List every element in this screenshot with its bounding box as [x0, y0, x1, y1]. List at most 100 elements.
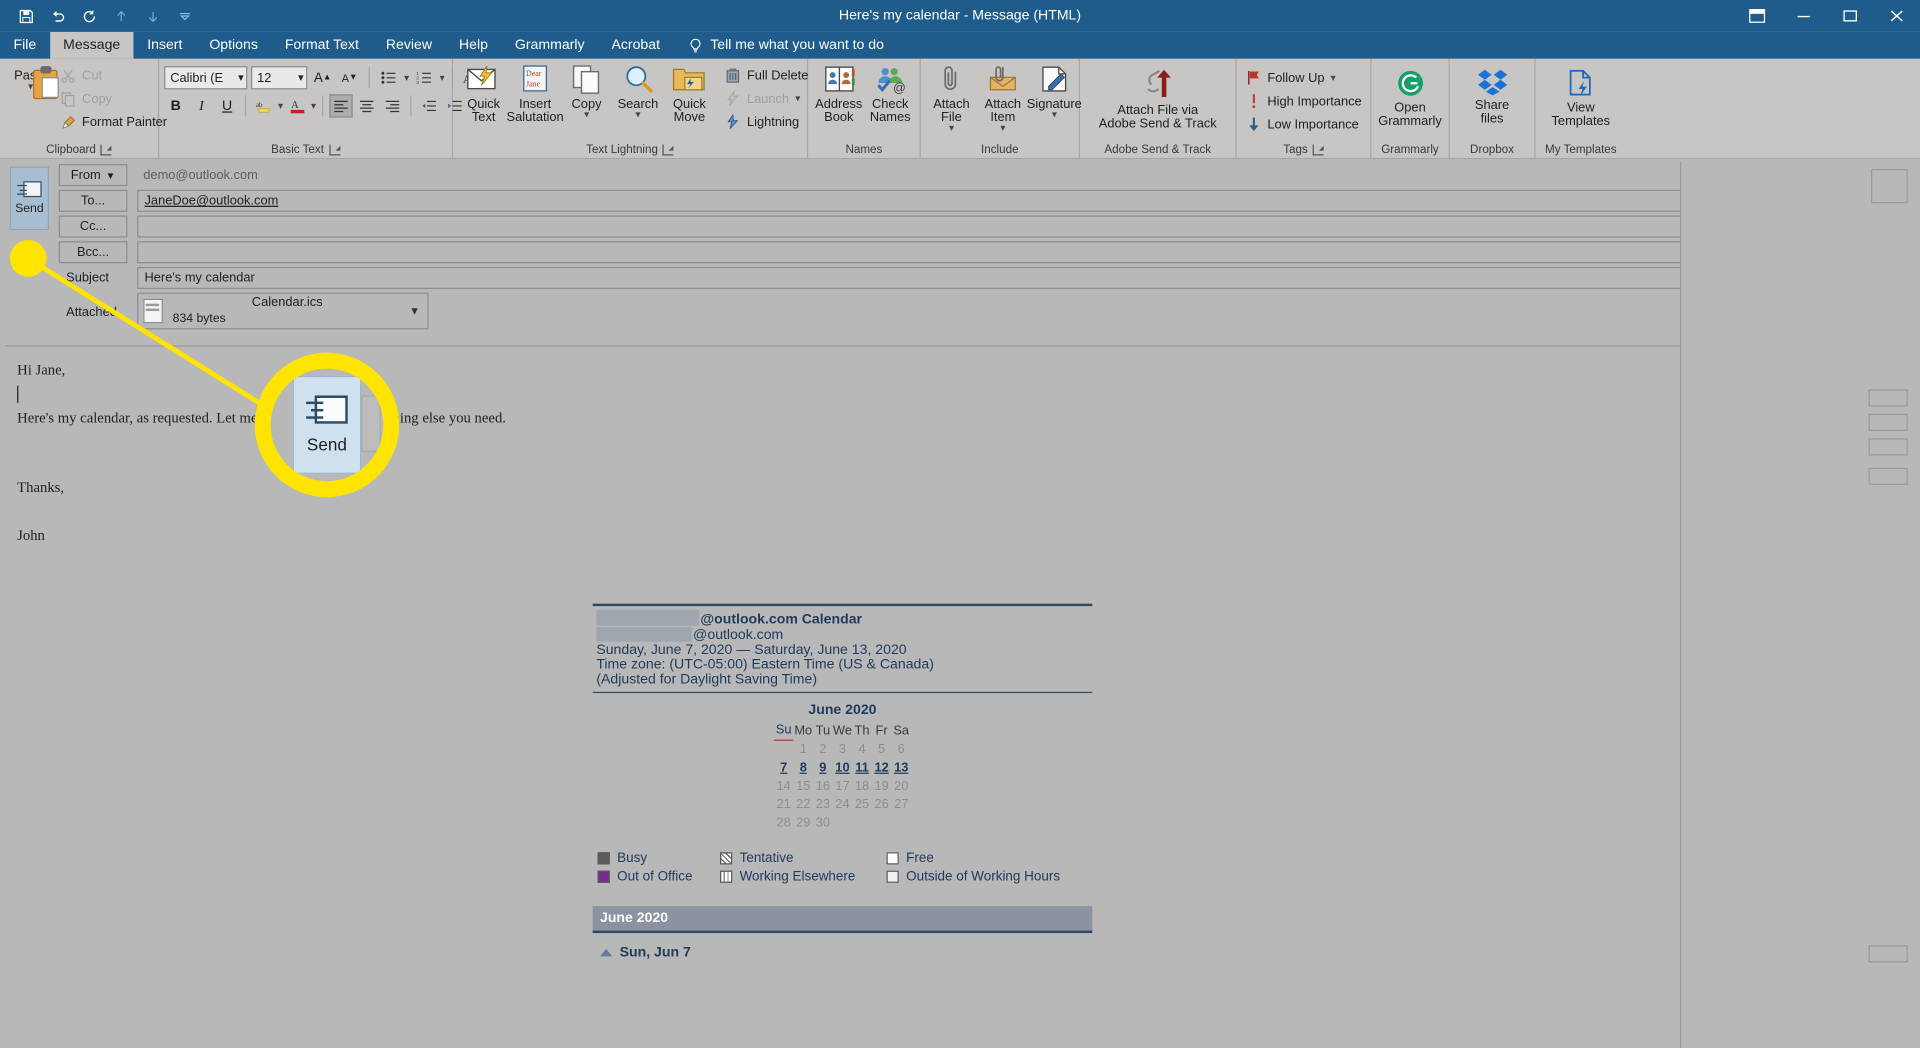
font-name-chevron-down-icon[interactable]: ▾ — [233, 71, 244, 84]
close-button[interactable] — [1873, 0, 1920, 32]
previous-item-icon[interactable] — [105, 2, 137, 29]
customize-quick-access-toolbar-icon[interactable] — [169, 2, 201, 29]
tab-grammarly[interactable]: Grammarly — [501, 32, 598, 59]
font-size-chevron-down-icon[interactable]: ▾ — [293, 71, 304, 84]
tab-options[interactable]: Options — [196, 32, 271, 59]
attach-file-button[interactable]: Attach File ▾ — [926, 61, 977, 133]
tags-dialog-launcher-icon[interactable] — [1312, 144, 1324, 156]
launch-button[interactable]: Launch ▾ — [720, 87, 813, 110]
bcc-input[interactable] — [137, 241, 1908, 264]
bullets-chevron-down-icon[interactable]: ▾ — [404, 72, 409, 82]
day-cell-selected: 10 — [835, 759, 850, 775]
address-book-button[interactable]: Address Book — [813, 61, 864, 125]
shrink-font-button[interactable]: A ▼ — [338, 66, 361, 89]
to-button[interactable]: To... — [58, 189, 128, 212]
align-center-button[interactable] — [355, 94, 378, 117]
paste-button[interactable]: Paste ▾ — [5, 61, 59, 100]
attach-item-button[interactable]: Attach Item ▾ — [977, 61, 1028, 133]
signature-button[interactable]: Signature ▾ — [1027, 61, 1082, 120]
low-importance-button[interactable]: Low Importance — [1242, 113, 1367, 136]
tab-help[interactable]: Help — [446, 32, 502, 59]
subject-input[interactable]: Here's my calendar — [137, 266, 1908, 289]
adobe-send-track-label-text: Adobe Send & Track — [1104, 143, 1212, 157]
tab-format-text[interactable]: Format Text — [271, 32, 372, 59]
copy-dropdown-caret-icon[interactable]: ▾ — [584, 110, 589, 120]
text-highlight-color-button[interactable]: ab — [252, 94, 275, 117]
save-icon[interactable] — [10, 2, 42, 29]
quick-access-toolbar[interactable] — [0, 2, 201, 29]
window-controls[interactable] — [1734, 0, 1920, 32]
signature-caret-icon[interactable]: ▾ — [1052, 110, 1057, 120]
full-delete-button[interactable]: Full Delete — [720, 64, 813, 87]
share-files-button[interactable]: Share files — [1466, 61, 1517, 126]
insert-salutation-button[interactable]: Dear Jane Insert Salutation — [507, 61, 564, 125]
tab-review[interactable]: Review — [372, 32, 445, 59]
attach-item-caret-icon[interactable]: ▾ — [1000, 123, 1005, 133]
tell-me-search[interactable]: Tell me what you want to do — [673, 32, 884, 59]
ribbon-display-options-icon[interactable] — [1734, 0, 1781, 32]
bullets-button[interactable] — [377, 66, 400, 89]
basic-text-dialog-launcher-icon[interactable] — [328, 144, 340, 156]
ribbon-tabs[interactable]: File Message Insert Options Format Text … — [0, 31, 1920, 59]
attached-row: Attached Calendar.ics 834 bytes ▼ — [59, 292, 1908, 335]
bold-button[interactable]: B — [164, 94, 187, 117]
tab-message[interactable]: Message — [49, 31, 134, 59]
undo-icon[interactable] — [42, 2, 74, 29]
copy-button[interactable]: Copy — [56, 87, 172, 110]
copy-big-button[interactable]: Copy ▾ — [561, 61, 612, 119]
send-button[interactable]: Send — [9, 166, 49, 231]
follow-up-chevron-down-icon[interactable]: ▾ — [1331, 72, 1336, 82]
tab-file[interactable]: File — [0, 32, 50, 59]
tab-acrobat[interactable]: Acrobat — [598, 32, 673, 59]
highlight-chevron-down-icon[interactable]: ▾ — [278, 100, 283, 110]
text-lightning-dialog-launcher-icon[interactable] — [662, 144, 674, 156]
attachment-chevron-down-icon[interactable]: ▼ — [409, 305, 422, 317]
view-templates-button[interactable]: View Templates — [1545, 61, 1616, 128]
to-input[interactable]: JaneDoe@outlook.com — [137, 189, 1908, 212]
align-left-button[interactable] — [329, 94, 353, 118]
attachment-chip[interactable]: Calendar.ics 834 bytes ▼ — [137, 292, 429, 330]
quick-text-button[interactable]: Quick Text — [458, 61, 509, 125]
cc-button[interactable]: Cc... — [58, 215, 128, 238]
align-right-button[interactable] — [381, 94, 404, 117]
day-cell: 4 — [858, 741, 866, 757]
decrease-indent-button[interactable] — [418, 94, 441, 117]
check-names-button[interactable]: @ Check Names — [864, 61, 915, 125]
from-button[interactable]: From ▼ — [58, 164, 128, 187]
follow-up-button[interactable]: Follow Up ▾ — [1242, 66, 1367, 89]
open-grammarly-button[interactable]: Open Grammarly — [1376, 61, 1443, 128]
numbering-chevron-down-icon[interactable]: ▾ — [440, 72, 445, 82]
search-button[interactable]: Search ▾ — [612, 61, 663, 119]
redo-icon[interactable] — [73, 2, 105, 29]
next-item-icon[interactable] — [137, 2, 169, 29]
numbering-button[interactable]: 123 — [413, 66, 436, 89]
cut-button[interactable]: Cut — [56, 64, 172, 87]
font-color-chevron-down-icon[interactable]: ▾ — [311, 100, 316, 110]
day-cell — [774, 740, 794, 758]
lightning-button[interactable]: Lightning — [720, 110, 813, 133]
high-importance-button[interactable]: High Importance — [1242, 89, 1367, 112]
cc-input[interactable] — [137, 215, 1908, 238]
grow-font-button[interactable]: A ▲ — [311, 66, 334, 89]
font-color-button[interactable]: A — [285, 94, 308, 117]
clipboard-dialog-launcher-icon[interactable] — [100, 144, 112, 156]
search-dropdown-caret-icon[interactable]: ▾ — [635, 110, 640, 120]
launch-chevron-down-icon[interactable]: ▾ — [795, 93, 800, 103]
day-cell: 14 — [776, 778, 791, 793]
lightning-label: Lightning — [746, 114, 800, 130]
redacted-owner-name — [596, 609, 700, 626]
minimize-button[interactable] — [1780, 0, 1827, 32]
maximize-button[interactable] — [1827, 0, 1874, 32]
attach-file-via-adobe-button[interactable]: Attach File via Adobe Send & Track — [1093, 61, 1223, 131]
bcc-button[interactable]: Bcc... — [58, 241, 128, 264]
underline-button[interactable]: U — [216, 94, 239, 117]
format-painter-button[interactable]: Format Painter — [56, 110, 172, 133]
from-chevron-down-icon[interactable]: ▼ — [106, 170, 116, 181]
font-size-combobox[interactable]: 12 ▾ — [251, 66, 308, 90]
tab-insert[interactable]: Insert — [134, 32, 196, 59]
italic-button[interactable]: I — [190, 94, 213, 117]
font-name-combobox[interactable]: Calibri (E ▾ — [164, 66, 248, 90]
attach-file-caret-icon[interactable]: ▾ — [949, 123, 954, 133]
quick-move-button[interactable]: Quick Move — [664, 61, 715, 125]
collapse-triangle-icon[interactable] — [600, 948, 613, 957]
